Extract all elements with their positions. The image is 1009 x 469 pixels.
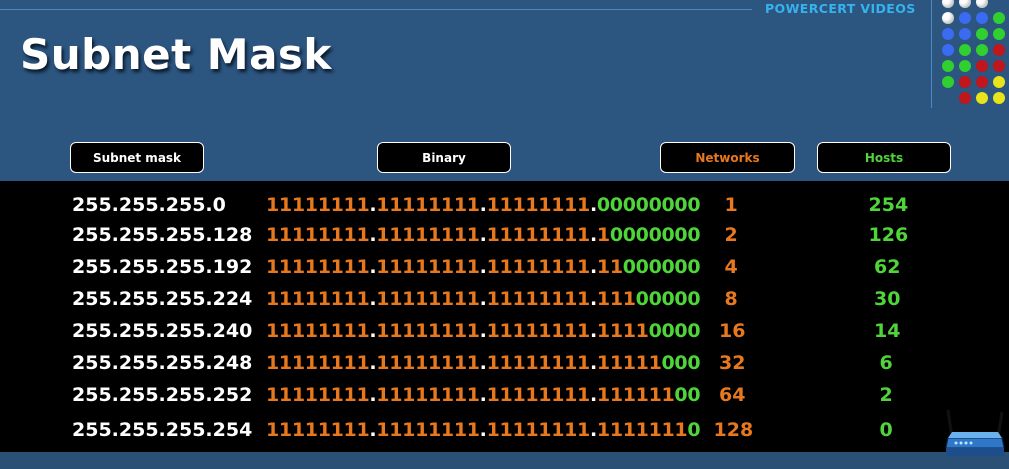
footer-bar [0,452,1009,469]
router-icon [945,409,1005,456]
subnet-mask-value: 255.255.255.240 [72,320,253,342]
grid-dot [942,12,954,24]
hosts-value: 6 [879,352,893,374]
header-binary-label: Binary [422,150,466,165]
header-hosts-label: Hosts [864,150,904,165]
grid-dot [959,0,971,8]
subnet-mask-value: 255.255.255.0 [72,194,226,216]
binary-value: 11111111.11111111.11111111.11111100 [266,384,701,406]
hosts-value: 126 [868,224,909,246]
networks-value: 64 [719,384,746,406]
grid-dot [959,76,971,88]
binary-value: 11111111.11111111.11111111.11111110 [266,419,701,441]
grid-dot [942,28,954,40]
hosts-value: 30 [874,288,901,310]
grid-dot [993,92,1005,104]
networks-value: 4 [724,256,738,278]
vertical-divider-line [931,0,932,108]
table-row: 255.255.255.240 11111111.11111111.1111111… [0,315,1009,347]
subnet-mask-value: 255.255.255.252 [72,384,253,406]
grid-dot [976,28,988,40]
grid-dot [959,44,971,56]
table-row: 255.255.255.248 11111111.11111111.1111111… [0,347,1009,379]
networks-value: 8 [724,288,738,310]
header-hosts: Hosts [817,142,951,173]
grid-dot [993,76,1005,88]
hosts-value: 2 [879,384,893,406]
table-row: 255.255.255.192 11111111.11111111.1111111… [0,251,1009,283]
hosts-value: 14 [874,320,901,342]
subnet-mask-value: 255.255.255.128 [72,224,253,246]
binary-value: 11111111.11111111.11111111.11000000 [266,256,701,278]
grid-dot [959,12,971,24]
subnet-mask-value: 255.255.255.192 [72,256,253,278]
networks-value: 2 [724,224,738,246]
table-row: 255.255.255.252 11111111.11111111.1111111… [0,379,1009,411]
networks-value: 1 [724,194,738,216]
grid-dot [976,92,988,104]
grid-dot [976,60,988,72]
header-subnet-mask: Subnet mask [70,142,204,173]
table-row: 255.255.255.254 11111111.11111111.1111111… [0,414,1009,446]
networks-value: 32 [719,352,746,374]
grid-dot [976,76,988,88]
grid-dot [959,92,971,104]
binary-value: 11111111.11111111.11111111.11100000 [266,288,701,310]
grid-dot [976,0,988,8]
header-binary: Binary [377,142,511,173]
grid-dot [959,60,971,72]
table-row: 255.255.255.0 11111111.11111111.11111111.… [0,189,1009,221]
subnet-mask-value: 255.255.255.254 [72,419,253,441]
grid-dot [993,60,1005,72]
networks-value: 16 [719,320,746,342]
dot-grid-icon [940,0,1009,110]
subnet-mask-value: 255.255.255.224 [72,288,253,310]
grid-dot [976,44,988,56]
grid-dot [993,28,1005,40]
header-networks: Networks [660,142,795,173]
networks-value: 128 [713,419,754,441]
grid-dot [942,60,954,72]
table-row: 255.255.255.128 11111111.11111111.1111111… [0,219,1009,251]
subnet-mask-value: 255.255.255.248 [72,352,253,374]
brand-label: POWERCERT VIDEOS [765,1,916,16]
grid-dot [976,12,988,24]
binary-value: 11111111.11111111.11111111.11110000 [266,320,701,342]
page-title: Subnet Mask [20,30,332,79]
binary-value: 11111111.11111111.11111111.00000000 [266,194,701,216]
hosts-value: 254 [868,194,909,216]
grid-dot [942,76,954,88]
grid-dot [993,12,1005,24]
header-subnet-mask-label: Subnet mask [92,150,182,165]
top-divider-line [0,9,752,10]
hosts-value: 0 [879,419,893,441]
table-row: 255.255.255.224 11111111.11111111.1111111… [0,283,1009,315]
header-networks-label: Networks [695,150,760,165]
hosts-value: 62 [874,256,901,278]
grid-dot [942,44,954,56]
grid-dot [959,28,971,40]
binary-value: 11111111.11111111.11111111.10000000 [266,224,701,246]
grid-dot [942,0,954,8]
binary-value: 11111111.11111111.11111111.11111000 [266,352,701,374]
grid-dot [993,44,1005,56]
